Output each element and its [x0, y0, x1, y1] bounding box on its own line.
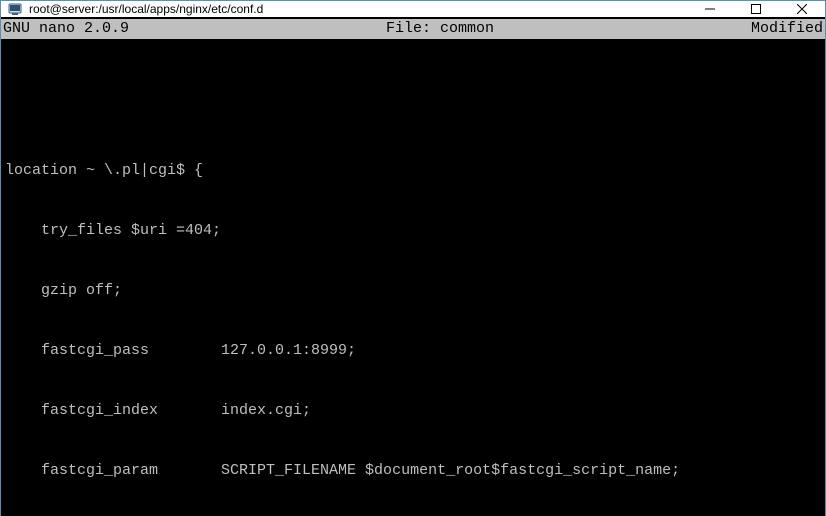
close-button[interactable] [779, 1, 825, 17]
editor-line: gzip off; [5, 281, 821, 301]
window-title: root@server:/usr/local/apps/nginx/etc/co… [29, 2, 687, 16]
editor-line: fastcgi_pass 127.0.0.1:8999; [5, 341, 821, 361]
putty-window: root@server:/usr/local/apps/nginx/etc/co… [0, 0, 826, 516]
minimize-button[interactable] [687, 1, 733, 17]
nano-modified-label: Modified [751, 19, 823, 39]
titlebar: root@server:/usr/local/apps/nginx/etc/co… [1, 1, 825, 17]
window-controls [687, 1, 825, 17]
nano-header: GNU nano 2.0.9 File: common Modified [1, 19, 825, 39]
putty-icon [7, 1, 23, 17]
maximize-button[interactable] [733, 1, 779, 17]
editor-line: fastcgi_index index.cgi; [5, 401, 821, 421]
editor-line: try_files $uri =404; [5, 221, 821, 241]
editor-line: fastcgi_param SCRIPT_FILENAME $document_… [5, 461, 821, 481]
terminal[interactable]: GNU nano 2.0.9 File: common Modified loc… [1, 17, 825, 516]
editor-line: location ~ \.pl|cgi$ { [5, 161, 821, 181]
nano-app-name: GNU nano 2.0.9 [3, 19, 129, 39]
nano-file-label: File: common [129, 19, 751, 39]
editor-body[interactable]: location ~ \.pl|cgi$ { try_files $uri =4… [1, 39, 825, 516]
